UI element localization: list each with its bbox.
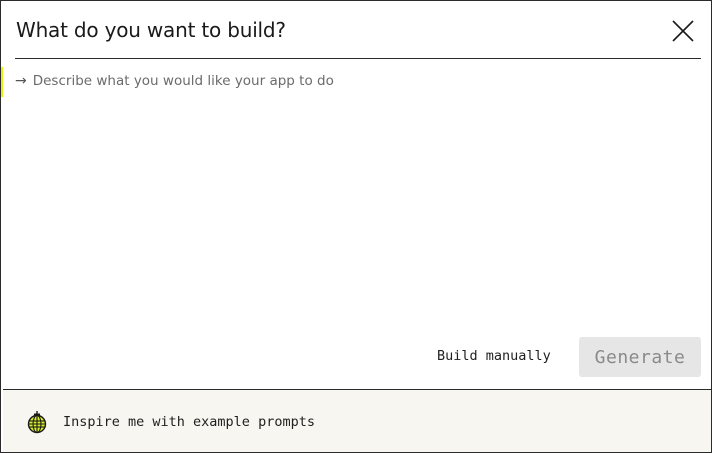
inspire-label: Inspire me with example prompts [63, 414, 315, 430]
prompt-input[interactable] [32, 73, 673, 89]
dialog-actions: Build manually Generate [1, 337, 712, 377]
arrow-right-icon: → [15, 73, 27, 89]
dialog-footer: Inspire me with example prompts [3, 389, 711, 452]
inspire-button[interactable]: Inspire me with example prompts [25, 410, 315, 434]
dialog-title: What do you want to build? [16, 18, 286, 42]
generate-button[interactable]: Generate [579, 337, 701, 377]
build-manually-button[interactable]: Build manually [437, 348, 551, 364]
focus-accent [1, 67, 3, 97]
build-dialog: What do you want to build? → Build manua… [0, 0, 712, 453]
close-icon [672, 20, 694, 42]
disco-ball-icon [27, 411, 47, 434]
prompt-row: → [15, 71, 673, 91]
dialog-header: What do you want to build? [15, 1, 701, 59]
close-button[interactable] [671, 19, 695, 43]
